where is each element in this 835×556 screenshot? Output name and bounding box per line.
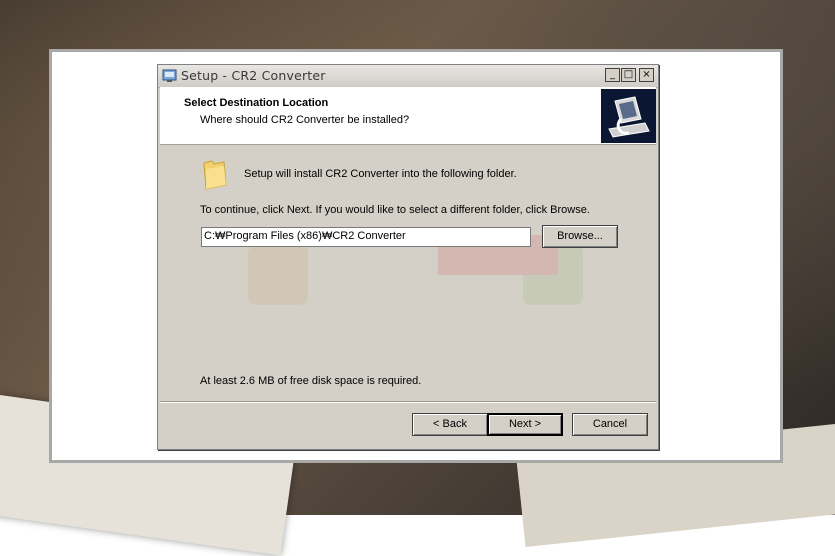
setup-dialog: Setup - CR2 Converter _ □ × Select Desti… <box>157 64 659 450</box>
install-message: Setup will install CR2 Converter into th… <box>244 168 517 180</box>
browse-button[interactable]: Browse... <box>542 225 618 248</box>
maximize-button[interactable]: □ <box>621 68 636 82</box>
page-title: Select Destination Location <box>184 97 329 109</box>
title-bar[interactable]: Setup - CR2 Converter _ □ × <box>158 65 658 88</box>
destination-path-input[interactable]: C:₩Program Files (x86)₩CR2 Converter <box>201 227 531 247</box>
window-title: Setup - CR2 Converter <box>181 68 326 83</box>
continue-message: To continue, click Next. If you would li… <box>200 204 590 216</box>
installer-computer-icon <box>601 89 656 143</box>
page-header: Select Destination Location Where should… <box>160 87 656 145</box>
close-button[interactable]: × <box>639 68 654 82</box>
minimize-button[interactable]: _ <box>605 68 620 82</box>
folder-icon <box>203 160 227 190</box>
disk-space-message: At least 2.6 MB of free disk space is re… <box>200 375 422 387</box>
back-button[interactable]: < Back <box>412 413 488 436</box>
page-subtitle: Where should CR2 Converter be installed? <box>200 114 410 126</box>
next-button[interactable]: Next > <box>487 413 563 436</box>
cancel-button[interactable]: Cancel <box>572 413 648 436</box>
footer-separator <box>160 401 656 403</box>
setup-app-icon <box>162 69 177 82</box>
